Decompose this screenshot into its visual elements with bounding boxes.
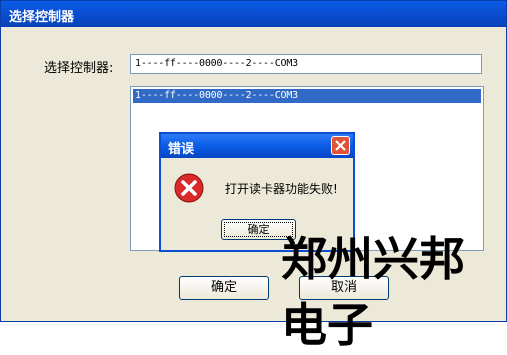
close-icon	[335, 140, 346, 151]
error-icon	[174, 173, 204, 203]
controller-combo-input[interactable]: 1----ff----0000----2----COM3	[130, 54, 482, 74]
controller-select-window: 选择控制器 选择控制器: 1----ff----0000----2----COM…	[0, 0, 507, 352]
list-item-label: 1----ff----0000----2----COM3	[135, 90, 298, 101]
controller-label: 选择控制器:	[44, 61, 114, 76]
error-message: 打开读卡器功能失败!	[225, 182, 338, 196]
error-dialog-title: 错误	[168, 142, 195, 157]
error-dialog-title-bar[interactable]: 错误	[161, 134, 353, 158]
close-button[interactable]	[331, 136, 350, 155]
controller-combo-value: 1----ff----0000----2----COM3	[135, 58, 298, 69]
title-bar[interactable]: 选择控制器	[1, 1, 506, 27]
watermark: 郑州兴邦电子	[281, 232, 465, 352]
list-item[interactable]: 1----ff----0000----2----COM3	[133, 89, 481, 103]
window-title: 选择控制器	[9, 10, 75, 25]
ok-button[interactable]: 确定	[179, 276, 269, 300]
